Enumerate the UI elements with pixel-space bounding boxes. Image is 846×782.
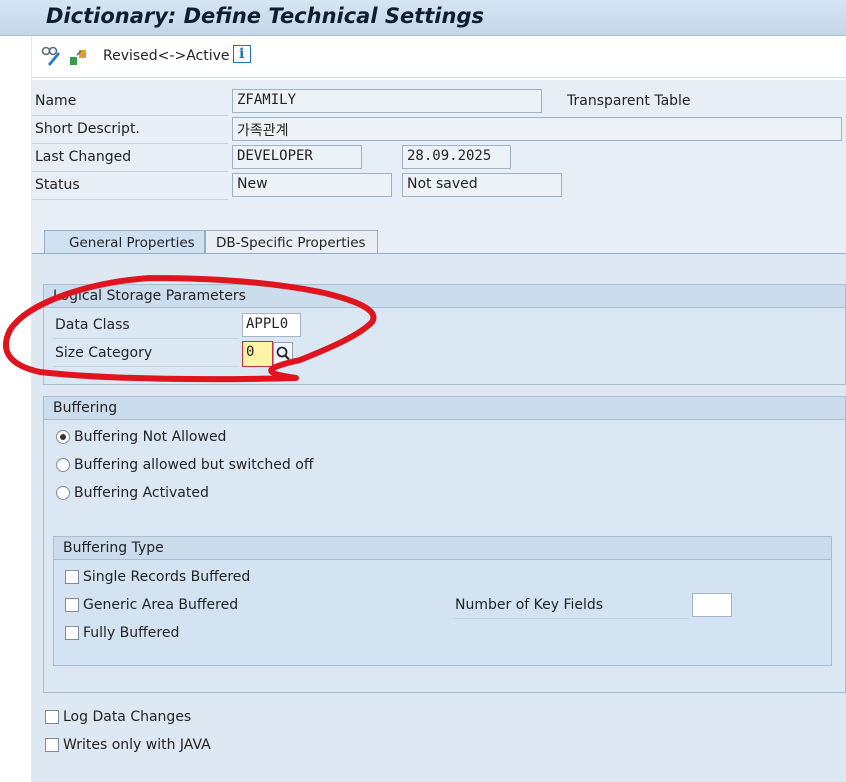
row-divider [32, 199, 228, 200]
revised-active-button[interactable]: Revised<->Active [103, 48, 230, 64]
search-help-button[interactable] [273, 342, 293, 365]
tab-label: DB-Specific Properties [216, 235, 366, 251]
group-title: Buffering [44, 397, 845, 420]
group-title: Logical Storage Parameters [44, 285, 845, 308]
buffering-switched-off-radio[interactable] [56, 458, 70, 472]
save-status-field: Not saved [402, 173, 562, 197]
short-desc-field[interactable]: 가족관계 [232, 117, 842, 141]
last-changed-user-field: DEVELOPER [232, 145, 362, 169]
left-strip [0, 36, 32, 782]
search-icon [276, 346, 290, 361]
buffering-not-allowed-radio[interactable] [56, 430, 70, 444]
status-field: New [232, 173, 392, 197]
tab-general-properties[interactable]: General Properties [44, 230, 205, 254]
radio-label: Buffering Not Allowed [74, 429, 227, 445]
status-label: Status [35, 177, 80, 193]
checkbox-label: Generic Area Buffered [83, 597, 239, 613]
row-divider [453, 618, 689, 619]
key-fields-label: Number of Key Fields [455, 597, 604, 613]
buffering-activated-radio[interactable] [56, 486, 70, 500]
tab-db-specific-properties[interactable]: DB-Specific Properties [205, 230, 378, 254]
window-title: Dictionary: Define Technical Settings [46, 4, 484, 28]
row-divider [32, 171, 228, 172]
writes-only-java-checkbox[interactable] [45, 738, 59, 752]
short-desc-label: Short Descript. [35, 121, 140, 137]
data-class-label: Data Class [55, 317, 130, 333]
fully-buffered-checkbox[interactable] [65, 626, 79, 640]
logical-storage-group: Logical Storage Parameters [43, 284, 846, 385]
checkbox-label: Single Records Buffered [83, 569, 251, 585]
display-change-icon[interactable] [40, 45, 62, 67]
row-divider [53, 366, 239, 367]
data-class-input[interactable]: APPL0 [242, 313, 301, 337]
key-fields-input[interactable] [692, 593, 732, 617]
size-category-label: Size Category [55, 345, 153, 361]
log-data-changes-checkbox[interactable] [45, 710, 59, 724]
size-category-input[interactable]: 0 [242, 341, 273, 367]
checkbox-label: Fully Buffered [83, 625, 180, 641]
checkbox-label: Log Data Changes [63, 709, 192, 725]
active-inactive-icon[interactable] [67, 45, 89, 67]
radio-label: Buffering Activated [74, 485, 209, 501]
tab-label: General Properties [69, 235, 195, 251]
row-divider [32, 143, 228, 144]
checkbox-label: Writes only with JAVA [63, 737, 211, 753]
generic-area-checkbox[interactable] [65, 598, 79, 612]
row-divider [32, 115, 228, 116]
single-records-checkbox[interactable] [65, 570, 79, 584]
group-title: Buffering Type [54, 537, 831, 560]
name-field[interactable]: ZFAMILY [232, 89, 542, 113]
table-type-text: Transparent Table [567, 93, 691, 109]
name-label: Name [35, 93, 77, 109]
last-changed-label: Last Changed [35, 149, 132, 165]
last-changed-date-field: 28.09.2025 [402, 145, 511, 169]
row-divider [53, 338, 239, 339]
info-icon[interactable]: i [233, 45, 251, 63]
radio-label: Buffering allowed but switched off [74, 457, 314, 473]
